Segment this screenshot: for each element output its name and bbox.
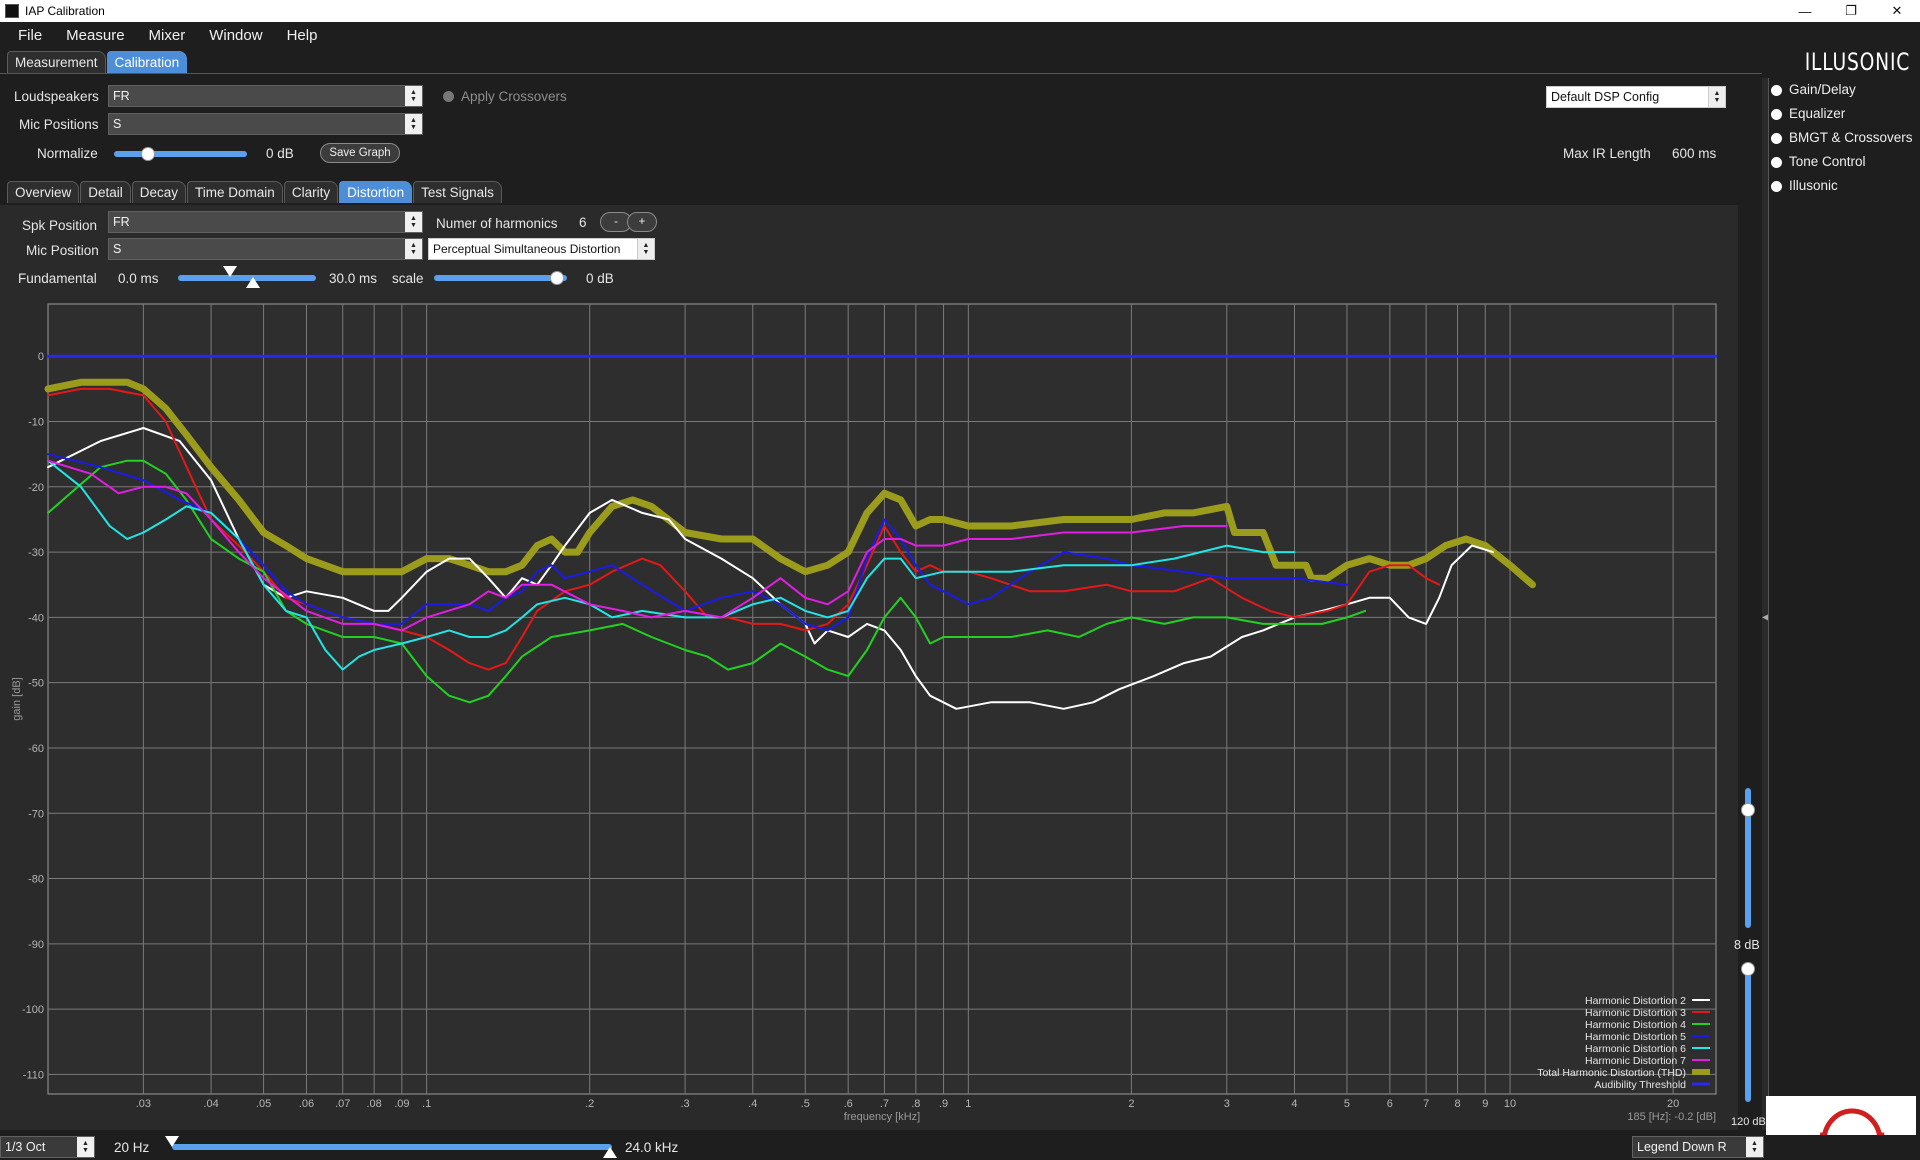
fundamental-start-handle[interactable] xyxy=(223,266,237,277)
normalize-slider-handle[interactable] xyxy=(141,147,155,161)
apply-crossovers-radio[interactable] xyxy=(443,91,454,102)
sidebar-item-illusonic[interactable]: Illusonic xyxy=(1771,178,1838,193)
spinner-icon: ▲ ▼ xyxy=(77,1137,94,1157)
radio-icon xyxy=(1771,133,1782,144)
app-icon xyxy=(5,4,19,18)
resolution-value: 1/3 Oct xyxy=(5,1140,46,1154)
harmonics-value: 6 xyxy=(579,215,587,230)
spinner-icon: ▲ ▼ xyxy=(405,114,422,134)
distortion-mode-select[interactable]: Perceptual Simultaneous Distortion ▲ ▼ xyxy=(428,238,655,260)
range-bottom-slider[interactable] xyxy=(1745,962,1751,1102)
scale-value: 0 dB xyxy=(586,271,614,286)
max-ir-value: 600 ms xyxy=(1672,146,1717,161)
mic-positions-label: Mic Positions xyxy=(19,117,99,132)
menu-bar: File Measure Mixer Window Help xyxy=(0,22,1920,48)
tab-measurement[interactable]: Measurement xyxy=(7,51,106,73)
harmonics-plus-button[interactable]: + xyxy=(627,212,657,232)
maximize-button[interactable]: ❐ xyxy=(1828,0,1874,22)
apply-crossovers-label: Apply Crossovers xyxy=(461,89,567,104)
window-title: IAP Calibration xyxy=(25,4,105,18)
radio-icon xyxy=(1771,109,1782,120)
bottom-bar: 1/3 Oct ▲ ▼ 20 Hz 24.0 kHz Legend Down R … xyxy=(0,1135,1920,1160)
minimize-button[interactable]: — xyxy=(1782,0,1828,22)
frequency-range-slider[interactable] xyxy=(172,1144,612,1150)
normalize-slider[interactable] xyxy=(114,151,247,157)
freq-min-handle[interactable] xyxy=(165,1136,179,1147)
range-max-value: 120 dB xyxy=(1731,1116,1766,1128)
range-value: 8 dB xyxy=(1734,938,1760,952)
radio-icon xyxy=(1771,85,1782,96)
legend-position-select[interactable]: Legend Down R ▲ ▼ xyxy=(1632,1136,1764,1158)
fundamental-label: Fundamental xyxy=(18,271,97,286)
spinner-icon: ▲ ▼ xyxy=(637,239,654,259)
harmonics-label: Numer of harmonics xyxy=(436,216,558,231)
normalize-value: 0 dB xyxy=(266,146,294,161)
sidebar-item-bmgt-crossovers[interactable]: BMGT & Crossovers xyxy=(1771,130,1913,145)
loudspeakers-value: FR xyxy=(113,89,130,103)
dsp-config-value: Default DSP Config xyxy=(1551,90,1660,104)
range-top-handle[interactable] xyxy=(1741,803,1755,817)
spinner-icon: ▲ ▼ xyxy=(405,212,422,232)
fundamental-end: 30.0 ms xyxy=(329,271,378,286)
spinner-icon: ▲ ▼ xyxy=(405,239,422,259)
analysis-tabs: Overview Detail Decay Time Domain Clarit… xyxy=(7,181,503,203)
tab-clarity[interactable]: Clarity xyxy=(283,181,339,203)
spinner-icon: ▲ ▼ xyxy=(405,86,422,106)
tab-test-signals[interactable]: Test Signals xyxy=(413,181,502,203)
tab-decay[interactable]: Decay xyxy=(131,181,187,203)
range-bottom-handle[interactable] xyxy=(1741,962,1755,976)
freq-min-value: 20 Hz xyxy=(114,1140,150,1155)
mic-position-label: Mic Position xyxy=(26,243,99,258)
legend-position-value: Legend Down R xyxy=(1637,1140,1727,1154)
radio-icon xyxy=(1771,181,1782,192)
sidebar-item-equalizer[interactable]: Equalizer xyxy=(1771,106,1845,121)
mic-positions-value: S xyxy=(113,117,122,131)
scale-slider-handle[interactable] xyxy=(550,271,564,285)
spk-position-value: FR xyxy=(113,215,130,229)
scale-slider[interactable] xyxy=(434,275,567,281)
spinner-icon: ▲ ▼ xyxy=(1708,87,1725,107)
title-bar: IAP Calibration — ❐ ✕ xyxy=(0,0,1920,22)
dsp-config-select[interactable]: Default DSP Config ▲ ▼ xyxy=(1546,86,1726,108)
spk-position-select[interactable]: FR ▲ ▼ xyxy=(108,211,423,233)
sidebar-item-gain-delay[interactable]: Gain/Delay xyxy=(1771,82,1856,97)
max-ir-label: Max IR Length xyxy=(1563,146,1651,161)
save-graph-button[interactable]: Save Graph xyxy=(320,143,400,163)
mic-positions-select[interactable]: S ▲ ▼ xyxy=(108,113,423,135)
normalize-label: Normalize xyxy=(37,146,98,161)
tab-time-domain[interactable]: Time Domain xyxy=(187,181,283,203)
tab-distortion[interactable]: Distortion xyxy=(339,181,413,203)
fundamental-end-handle[interactable] xyxy=(246,277,260,288)
illusonic-logo: ILLUSONIC xyxy=(1804,48,1910,76)
menu-help[interactable]: Help xyxy=(275,27,330,44)
tab-overview[interactable]: Overview xyxy=(7,181,80,203)
radio-icon xyxy=(1771,157,1782,168)
scale-label: scale xyxy=(392,271,424,286)
spk-position-label: Spk Position xyxy=(22,218,98,233)
distortion-panel xyxy=(0,205,1738,1130)
menu-window[interactable]: Window xyxy=(197,27,274,44)
mic-position-select[interactable]: S ▲ ▼ xyxy=(108,238,423,260)
menu-mixer[interactable]: Mixer xyxy=(137,27,198,44)
dsp-sidebar: Gain/Delay Equalizer BMGT & Crossovers T… xyxy=(1768,78,1920,1130)
distortion-mode-value: Perceptual Simultaneous Distortion xyxy=(433,242,621,256)
freq-max-handle[interactable] xyxy=(603,1147,617,1158)
loudspeakers-select[interactable]: FR ▲ ▼ xyxy=(108,85,423,107)
loudspeakers-label: Loudspeakers xyxy=(14,89,99,104)
fundamental-start: 0.0 ms xyxy=(118,271,159,286)
tab-detail[interactable]: Detail xyxy=(80,181,131,203)
freq-max-value: 24.0 kHz xyxy=(625,1140,679,1155)
main-tabs: Measurement Calibration xyxy=(7,51,188,73)
menu-file[interactable]: File xyxy=(6,27,54,44)
spinner-icon: ▲ ▼ xyxy=(1746,1137,1763,1157)
tab-divider xyxy=(0,73,1762,74)
close-button[interactable]: ✕ xyxy=(1874,0,1920,22)
sidebar-item-tone-control[interactable]: Tone Control xyxy=(1771,154,1866,169)
mic-position-value: S xyxy=(113,242,122,256)
resolution-select[interactable]: 1/3 Oct ▲ ▼ xyxy=(0,1136,95,1158)
menu-measure[interactable]: Measure xyxy=(54,27,136,44)
tab-calibration[interactable]: Calibration xyxy=(106,51,188,73)
